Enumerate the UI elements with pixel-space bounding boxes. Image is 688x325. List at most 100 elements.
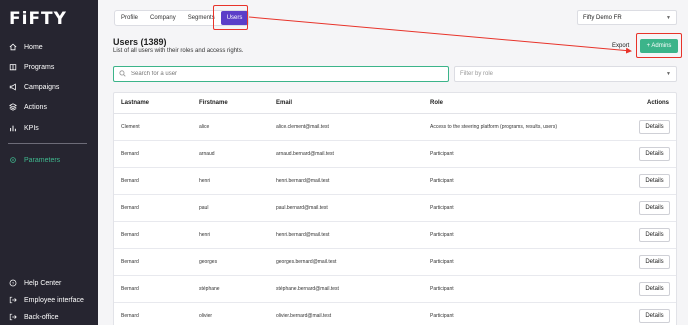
cell-email: henri.bernard@mail.test xyxy=(276,232,330,238)
cell-firstname: stéphane xyxy=(199,286,220,292)
sidebar-item-kpis[interactable]: KPIs xyxy=(0,118,98,138)
table-row: Bernard olivier olivier.bernard@mail.tes… xyxy=(114,303,676,325)
table-row: Bernard henri henri.bernard@mail.test Pa… xyxy=(114,222,676,249)
sidebar-item-campaigns[interactable]: Campaigns xyxy=(0,77,98,97)
cell-lastname: Bernard xyxy=(121,151,139,157)
logout-icon xyxy=(8,312,18,322)
chevron-down-icon: ▼ xyxy=(666,71,671,77)
column-header-actions: Actions xyxy=(646,100,669,106)
sidebar-item-label: Help Center xyxy=(24,279,62,287)
cell-firstname: paul xyxy=(199,205,209,211)
cell-lastname: Bernard xyxy=(121,232,139,238)
cell-role: Access to the steering platform (program… xyxy=(430,124,557,130)
organization-select[interactable]: Fifty Demo FR ▼ xyxy=(577,10,677,25)
cell-firstname: olivier xyxy=(199,313,213,319)
details-button[interactable]: Details xyxy=(639,120,670,134)
cell-email: paul.bernard@mail.test xyxy=(276,205,328,211)
cell-lastname: Bernard xyxy=(121,259,139,265)
cell-firstname: alice xyxy=(199,124,210,130)
sidebar-item-back-office[interactable]: Back-office xyxy=(0,307,98,325)
cell-firstname: henri xyxy=(199,178,211,184)
column-header-lastname[interactable]: Lastname xyxy=(121,93,149,113)
details-button[interactable]: Details xyxy=(639,255,670,269)
details-button[interactable]: Details xyxy=(639,201,670,215)
sidebar-item-actions[interactable]: Actions xyxy=(0,97,98,117)
cell-firstname: arnaud xyxy=(199,151,215,157)
home-icon xyxy=(8,42,18,52)
search-input[interactable] xyxy=(131,71,431,77)
megaphone-icon xyxy=(8,82,18,92)
cell-email: olivier.bernard@mail.test xyxy=(276,313,332,319)
sidebar-item-label: Employee interface xyxy=(24,296,84,304)
tab-segments[interactable]: Segments xyxy=(182,11,221,25)
sidebar-item-label: Home xyxy=(24,43,43,51)
cell-email: arnaud.bernard@mail.test xyxy=(276,151,334,157)
column-header-email[interactable]: Email xyxy=(276,93,292,113)
logo: FiFTY xyxy=(9,9,67,29)
search-icon xyxy=(119,69,126,79)
app-window: FiFTY Home Programs Campaigns Actions KP… xyxy=(0,0,688,325)
sidebar-item-label: Campaigns xyxy=(24,83,60,91)
cell-lastname: Bernard xyxy=(121,286,139,292)
role-filter-select[interactable]: Filter by role ▼ xyxy=(454,66,677,82)
layers-icon xyxy=(8,102,18,112)
cell-lastname: Bernard xyxy=(121,205,139,211)
tab-users[interactable]: Users xyxy=(220,11,249,25)
gear-icon xyxy=(8,155,18,165)
details-button[interactable]: Details xyxy=(639,174,670,188)
table-row: Bernard henri henri.bernard@mail.test Pa… xyxy=(114,168,676,195)
sidebar: FiFTY Home Programs Campaigns Actions KP… xyxy=(0,0,98,325)
table-row: Bernard paul paul.bernard@mail.test Part… xyxy=(114,195,676,222)
table-header: Lastname Firstname Email Role Actions xyxy=(114,93,676,114)
details-button[interactable]: Details xyxy=(639,282,670,296)
details-button[interactable]: Details xyxy=(639,147,670,161)
page-subtitle: List of all users with their roles and a… xyxy=(113,48,244,54)
sidebar-item-parameters[interactable]: Parameters xyxy=(0,150,98,170)
search-field[interactable] xyxy=(113,66,449,82)
details-button[interactable]: Details xyxy=(639,228,670,242)
page-title: Users (1389) xyxy=(113,37,167,47)
tab-company[interactable]: Company xyxy=(144,11,182,25)
cell-role: Participant xyxy=(430,259,454,265)
chevron-down-icon: ▼ xyxy=(666,14,671,21)
table-row: Bernard stéphane stéphane.bernard@mail.t… xyxy=(114,276,676,303)
export-button[interactable]: Export xyxy=(612,43,629,49)
sidebar-item-label: Parameters xyxy=(24,156,61,164)
chart-icon xyxy=(8,123,18,133)
cell-lastname: Bernard xyxy=(121,313,139,319)
cell-firstname: georges xyxy=(199,259,218,265)
tab-profile[interactable]: Profile xyxy=(115,11,144,25)
details-button[interactable]: Details xyxy=(639,309,670,323)
cell-lastname: Clement xyxy=(121,124,140,130)
svg-text:?: ? xyxy=(12,281,15,286)
cell-email: stéphane.bernard@mail.test xyxy=(276,286,339,292)
cell-role: Participant xyxy=(430,286,454,292)
cell-email: alice.clement@mail.test xyxy=(276,124,329,130)
organization-select-value: Fifty Demo FR xyxy=(583,14,622,21)
cell-firstname: henri xyxy=(199,232,211,238)
cell-role: Participant xyxy=(430,151,454,157)
add-admins-button[interactable]: + Admins xyxy=(640,39,678,53)
column-header-role[interactable]: Role xyxy=(430,93,443,113)
sidebar-item-label: Programs xyxy=(24,63,55,71)
sidebar-item-label: KPIs xyxy=(24,124,39,132)
book-icon xyxy=(8,62,18,72)
cell-email: georges.bernard@mail.test xyxy=(276,259,337,265)
cell-role: Participant xyxy=(430,205,454,211)
cell-role: Participant xyxy=(430,232,454,238)
sidebar-item-label: Actions xyxy=(24,103,47,111)
users-table: Lastname Firstname Email Role Actions Cl… xyxy=(113,92,677,325)
sidebar-item-programs[interactable]: Programs xyxy=(0,57,98,77)
help-icon: ? xyxy=(8,278,18,288)
cell-email: henri.bernard@mail.test xyxy=(276,178,330,184)
cell-lastname: Bernard xyxy=(121,178,139,184)
settings-tabs: Profile Company Segments Users xyxy=(114,10,250,26)
sidebar-item-home[interactable]: Home xyxy=(0,37,98,57)
main-content: Profile Company Segments Users Fifty Dem… xyxy=(98,0,688,325)
logout-icon xyxy=(8,295,18,305)
table-row: Bernard georges georges.bernard@mail.tes… xyxy=(114,249,676,276)
column-header-firstname[interactable]: Firstname xyxy=(199,93,228,113)
sidebar-item-label: Back-office xyxy=(24,313,59,321)
sidebar-divider xyxy=(8,143,87,144)
cell-role: Participant xyxy=(430,313,454,319)
